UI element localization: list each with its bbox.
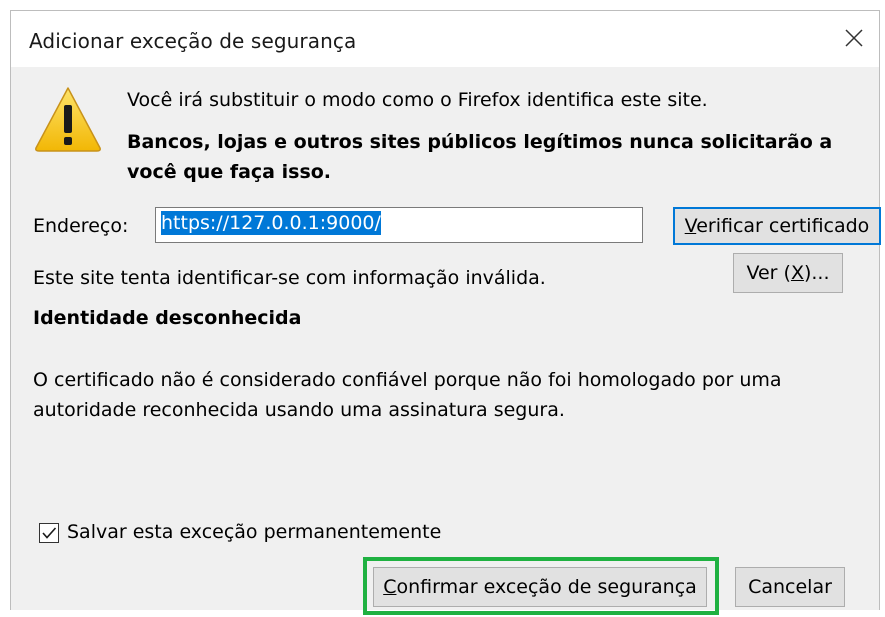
close-icon — [845, 29, 863, 47]
invalid-info-text: Este site tenta identificar-se com infor… — [33, 267, 546, 289]
confirm-exception-button[interactable]: Confirmar exceção de segurança — [373, 567, 707, 607]
cancel-button[interactable]: Cancelar — [735, 567, 845, 607]
title-bar: Adicionar exceção de segurança — [11, 11, 879, 67]
warning-text: Bancos, lojas e outros sites públicos le… — [127, 131, 833, 183]
close-button[interactable] — [835, 19, 873, 57]
view-accel-key: X — [790, 262, 804, 284]
view-button-suffix: )... — [803, 262, 830, 284]
verify-accel-key: V — [684, 215, 697, 237]
address-input[interactable]: https://127.0.0.1:9000/ — [155, 207, 643, 243]
identity-description: O certificado não é considerado confiáve… — [33, 369, 782, 421]
view-certificate-button[interactable]: Ver (X)... — [733, 253, 843, 293]
intro-text: Você irá substituir o modo como o Firefo… — [127, 89, 708, 111]
verify-button-label: erificar certificado — [696, 215, 870, 237]
address-label: Endereço: — [33, 215, 129, 237]
identity-title: Identidade desconhecida — [33, 307, 302, 329]
permanent-exception-label: Salvar esta exceção permanentemente — [67, 521, 442, 543]
address-value: https://127.0.0.1:9000/ — [161, 211, 381, 235]
checkmark-icon — [42, 527, 57, 539]
warning-triangle-icon — [35, 87, 101, 152]
permanent-exception-checkbox[interactable] — [39, 523, 59, 543]
confirm-button-label: onfirmar exceção de segurança — [396, 576, 697, 598]
security-exception-dialog: Adicionar exceção de segurança Você irá … — [10, 10, 881, 615]
dialog-body: Você irá substituir o modo como o Firefo… — [11, 67, 881, 615]
view-button-prefix: Ver ( — [746, 262, 791, 284]
address-row: Endereço: https://127.0.0.1:9000/ Verifi… — [33, 207, 881, 245]
verify-certificate-button[interactable]: Verificar certificado — [673, 207, 881, 245]
dialog-title: Adicionar exceção de segurança — [29, 29, 357, 53]
confirm-accel-key: C — [383, 576, 397, 598]
